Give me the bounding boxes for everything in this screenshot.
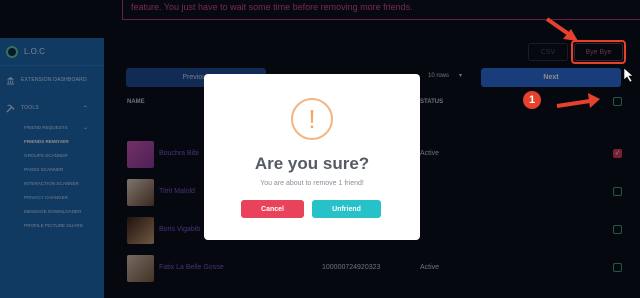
annotation-arrows bbox=[545, 17, 634, 108]
arrow-to-bye-bye-icon bbox=[545, 17, 578, 41]
mouse-cursor-icon bbox=[623, 67, 634, 83]
arrow-to-checkbox-icon bbox=[556, 93, 600, 108]
